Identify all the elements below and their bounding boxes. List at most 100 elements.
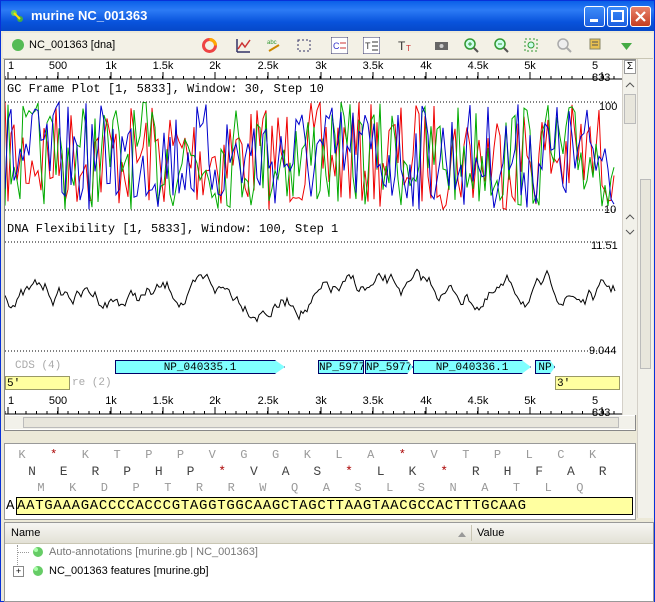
amino-acid: P <box>132 481 140 495</box>
amino-acid: * <box>218 464 227 479</box>
dna-flexibility-plot[interactable] <box>5 236 622 356</box>
amino-acid: W <box>259 481 267 495</box>
amino-acid: T <box>164 481 172 495</box>
cds-feature[interactable]: NP <box>535 360 555 374</box>
close-button[interactable] <box>630 6 651 27</box>
value-column-header[interactable]: Value <box>477 527 504 539</box>
annotations-header: Name Value <box>5 523 653 544</box>
flexibility-line <box>5 268 616 323</box>
sequence-prefix: A <box>6 498 15 514</box>
amino-acid: F <box>535 464 544 479</box>
amino-acid: V <box>208 448 216 462</box>
outer-vertical-scrollbar[interactable] <box>637 59 653 518</box>
ruler-tick-label: 500 <box>48 60 68 72</box>
annotation-icon[interactable]: abc <box>266 37 283 54</box>
sequence-detail-view[interactable]: K * K T P P V G G K L A * V T P L C K N E R P H P * V A S * L K * R H F A R … <box>4 443 636 520</box>
gc-ymax-label: 100 <box>599 101 618 113</box>
ruler-tick-label: 1.5k <box>152 60 174 72</box>
amino-acid: * <box>50 448 58 462</box>
amino-acid: G <box>271 448 280 462</box>
amino-acid: T <box>512 481 521 495</box>
zoom-out-icon[interactable] <box>493 37 510 54</box>
amino-acid: L <box>525 448 533 462</box>
scroll-thumb[interactable] <box>624 94 636 124</box>
ruler-tick-label: 3k <box>315 395 327 407</box>
graphs-icon[interactable] <box>235 37 252 54</box>
amino-acid: K <box>69 481 77 495</box>
scroll-down-icon[interactable] <box>623 225 637 239</box>
amino-acid: S <box>354 481 362 495</box>
gc-frame-plot[interactable] <box>5 96 622 216</box>
minimize-button[interactable] <box>584 6 605 27</box>
complement-toggle-icon[interactable]: C <box>331 37 348 54</box>
column-divider[interactable] <box>471 525 472 541</box>
cds-feature[interactable]: NP_040335.1 <box>115 360 285 374</box>
utr-feature[interactable]: 5' terminal re <box>5 376 70 390</box>
chevron-down-icon[interactable] <box>618 37 635 54</box>
amino-acid: T <box>113 448 121 462</box>
circular-view-icon[interactable] <box>201 37 218 54</box>
amino-acid: S <box>417 481 425 495</box>
settings-dropdown-icon[interactable] <box>588 37 605 54</box>
cds-feature[interactable]: NP_5977 <box>318 360 364 374</box>
amino-acid: V <box>249 464 258 479</box>
amino-acid: * <box>440 464 448 479</box>
tree-line <box>17 552 29 554</box>
cds-track-label: CDS (4) <box>15 360 62 372</box>
ruler-tick-label: 500 <box>48 395 68 407</box>
ruler-tick-label: 4k <box>420 395 432 407</box>
gc-plot-title: GC Frame Plot [1, 5833], Window: 30, Ste… <box>7 82 324 96</box>
translation-toggle-icon[interactable]: T <box>363 37 380 54</box>
amino-acid: K <box>588 448 597 462</box>
export-image-icon[interactable] <box>433 37 450 54</box>
ruler-tick-label: 1.5k <box>152 395 174 407</box>
expand-toggle[interactable]: + <box>13 566 24 577</box>
amino-acid: K <box>81 448 89 462</box>
amino-acid: Q <box>290 481 299 495</box>
main-window: murine NC_001363 NC_001363 [dna] abc C T… <box>0 0 655 602</box>
scroll-thumb[interactable] <box>640 179 651 369</box>
amino-acid: C <box>557 448 565 462</box>
zoom-in-icon[interactable] <box>463 37 480 54</box>
scroll-up-icon[interactable] <box>623 78 637 92</box>
dna-sequence-text: AATGAAAGACCCCACCCGTAGGTGGCAAGCTAGCTTAAGT… <box>17 498 527 514</box>
cds-feature[interactable]: NP_5977 <box>365 360 413 374</box>
amino-acid: R <box>471 464 480 479</box>
vertical-scrollbar[interactable]: Σ <box>622 60 637 415</box>
horizontal-scrollbar[interactable] <box>5 416 635 429</box>
text-settings-icon[interactable]: TT <box>397 37 414 54</box>
title-bar[interactable]: murine NC_001363 <box>1 1 654 31</box>
ruler-tick-label: 4.5k <box>467 60 489 72</box>
amino-acid: L <box>544 481 552 495</box>
amino-acid: T <box>462 448 470 462</box>
amino-acid: K <box>18 448 26 462</box>
amino-acid: N <box>28 464 36 479</box>
cds-feature[interactable]: NP_040336.1 <box>413 360 531 374</box>
amino-acid: H <box>503 464 512 479</box>
amino-acid: K <box>303 448 311 462</box>
summary-icon[interactable]: Σ <box>624 60 636 74</box>
annotations-panel: Name Value Auto-annotations [murine.gb |… <box>4 522 654 602</box>
zoom-disabled-icon[interactable] <box>556 37 573 54</box>
scroll-thumb[interactable] <box>23 417 619 428</box>
tree-item-features[interactable]: NC_001363 features [murine.gb] <box>49 565 209 577</box>
selected-sequence[interactable]: AATGAAAGACCCCACCCGTAGGTGGCAAGCTAGCTTAAGT… <box>16 497 633 515</box>
maximize-button[interactable] <box>607 6 628 27</box>
sequence-label: NC_001363 [dna] <box>29 39 116 51</box>
bottom-ruler: 1 500 1k 1.5k 2k 2.5k 3k 3.5k 4k 4.5k 5k 5 833 <box>5 395 622 419</box>
amino-acid: P <box>123 464 131 479</box>
amino-acid: H <box>154 464 163 479</box>
amino-acid: A <box>566 464 575 479</box>
zoom-to-selection-icon[interactable] <box>523 37 540 54</box>
amino-acid: E <box>59 464 68 479</box>
utr-feature[interactable]: 3' terminal re <box>555 376 620 390</box>
amino-acid: R <box>91 464 100 479</box>
select-region-icon[interactable] <box>296 37 313 54</box>
name-column-header[interactable]: Name <box>11 527 40 539</box>
tree-item-auto-annotations[interactable]: Auto-annotations [murine.gb | NC_001363] <box>49 546 258 558</box>
scroll-up-icon[interactable] <box>623 210 637 224</box>
annotation-object-icon <box>33 547 43 557</box>
maximize-icon <box>611 10 624 22</box>
amino-acid: L <box>386 481 394 495</box>
close-icon <box>635 11 646 22</box>
